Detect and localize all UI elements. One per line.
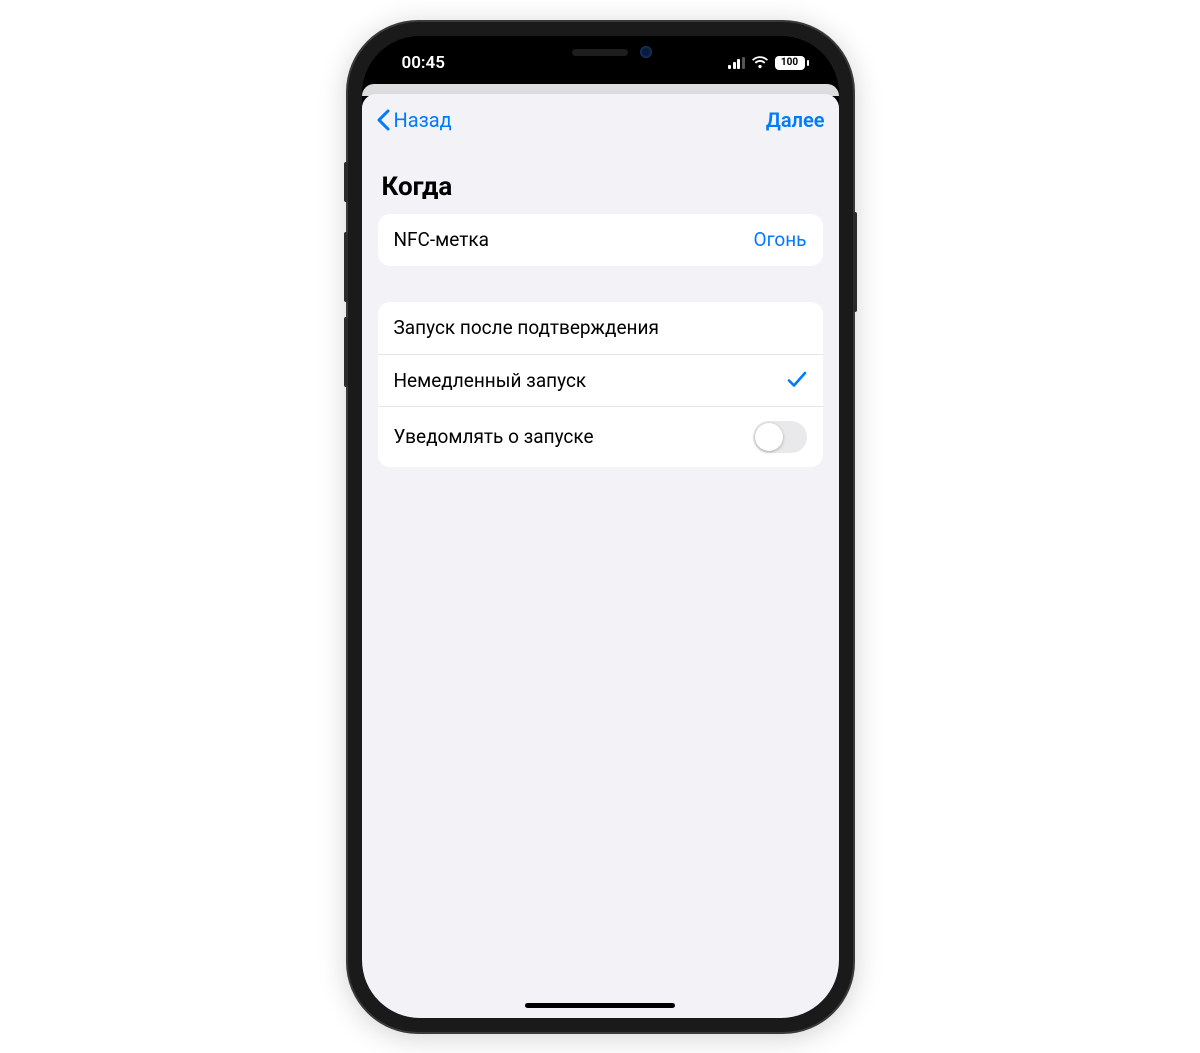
side-power-button <box>853 212 857 312</box>
front-camera <box>640 46 652 58</box>
run-after-confirm-label: Запуск после подтверждения <box>394 316 659 339</box>
device-notch <box>490 36 710 70</box>
toggle-knob <box>755 423 783 451</box>
run-immediately-row[interactable]: Немедленный запуск <box>378 354 823 406</box>
wifi-icon <box>751 56 769 69</box>
side-volume-up <box>344 232 348 302</box>
back-label: Назад <box>394 108 452 132</box>
back-button[interactable]: Назад <box>376 108 452 132</box>
checkmark-icon <box>787 371 807 389</box>
run-options-card: Запуск после подтверждения Немедленный з… <box>378 302 823 467</box>
notify-toggle[interactable] <box>753 421 807 453</box>
chevron-left-icon <box>376 109 390 131</box>
notify-on-run-row: Уведомлять о запуске <box>378 406 823 467</box>
run-after-confirm-row[interactable]: Запуск после подтверждения <box>378 302 823 354</box>
nfc-tag-row[interactable]: NFC-метка Огонь <box>378 214 823 266</box>
notify-on-run-label: Уведомлять о запуске <box>394 425 594 448</box>
speaker-grille <box>572 49 628 56</box>
next-button[interactable]: Далее <box>766 108 825 132</box>
home-indicator[interactable] <box>525 1003 675 1008</box>
battery-icon: 100 <box>775 56 809 70</box>
nfc-tag-label: NFC-метка <box>394 228 489 251</box>
side-mute-switch <box>344 162 348 202</box>
side-volume-down <box>344 317 348 387</box>
nfc-tag-value: Огонь <box>754 228 807 251</box>
navigation-bar: Назад Далее <box>362 94 839 146</box>
iphone-frame: 00:45 100 <box>348 22 853 1032</box>
section-title: Когда <box>378 154 823 214</box>
run-immediately-label: Немедленный запуск <box>394 369 587 392</box>
trigger-card: NFC-метка Огонь <box>378 214 823 266</box>
status-time: 00:45 <box>390 47 445 73</box>
modal-sheet: Назад Далее Когда NFC-метка Огонь <box>362 94 839 1018</box>
battery-level: 100 <box>781 57 798 68</box>
cellular-icon <box>728 57 745 69</box>
